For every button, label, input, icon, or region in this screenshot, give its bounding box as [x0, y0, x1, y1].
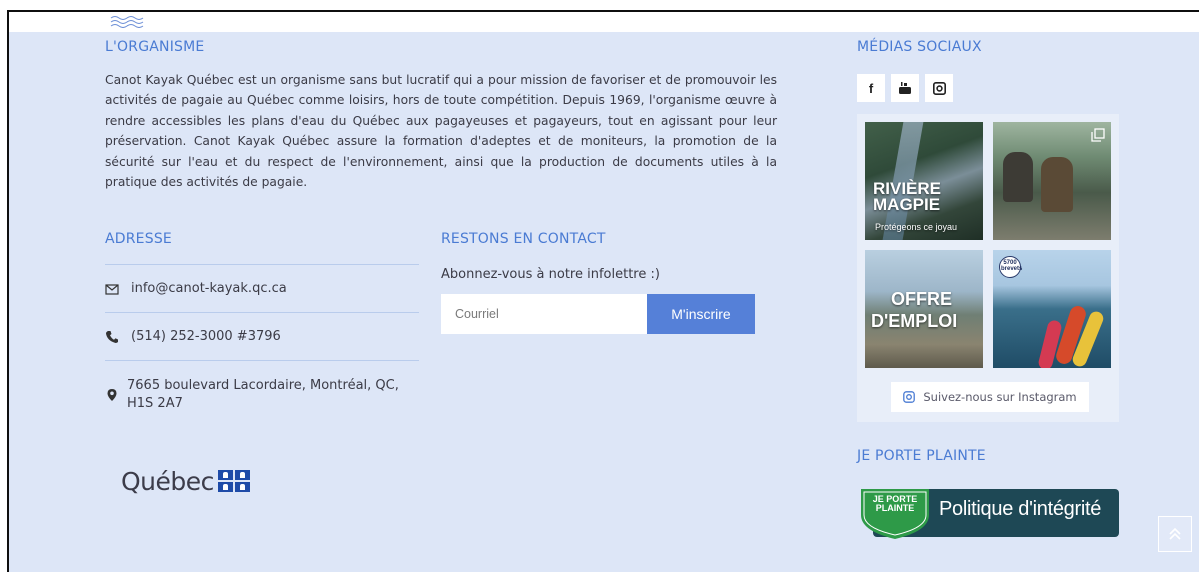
social-heading: MÉDIAS SOCIAUX: [857, 39, 982, 55]
organisme-heading: L'ORGANISME: [105, 39, 205, 55]
map-pin-icon: [107, 389, 117, 401]
post-title-line1: OFFRE: [891, 289, 952, 309]
scroll-to-top-button[interactable]: [1158, 516, 1192, 552]
wave-icon: [110, 16, 144, 28]
post-title-line2: D'EMPLOI: [871, 311, 958, 331]
badge-line2: PLAINTE: [875, 503, 915, 513]
organisme-paragraph: Canot Kayak Québec est un organisme sans…: [105, 73, 777, 190]
newsletter-email-input[interactable]: [441, 294, 647, 334]
fleurdelise-icon: [217, 470, 250, 492]
youtube-icon[interactable]: [891, 74, 919, 102]
newsletter-text: Abonnez-vous à notre infolettre :): [441, 267, 660, 282]
quebec-wordmark: Québec: [121, 466, 214, 496]
footer-section: L'ORGANISME Canot Kayak Québec est un or…: [7, 10, 1199, 572]
instagram-post[interactable]: RIVIÈRE MAGPIE Protégeons ce joyau: [865, 122, 983, 240]
follow-label: Suivez-nous sur Instagram: [923, 390, 1077, 404]
address-line1: 7665 boulevard Lacordaire, Montréal, QC,: [127, 378, 399, 393]
divider: [105, 360, 419, 361]
post-subtitle: Protégeons ce joyau: [875, 222, 958, 232]
instagram-feed: RIVIÈRE MAGPIE Protégeons ce joyau OFFRE…: [857, 114, 1119, 422]
badge-word: brevets: [1001, 266, 1023, 272]
badge-text: JE PORTE PLAINTE: [869, 495, 921, 513]
instagram-post[interactable]: [993, 122, 1111, 240]
post-title-line2: MAGPIE: [873, 195, 941, 214]
quebec-logo[interactable]: Québec: [121, 461, 250, 501]
top-strip: [9, 12, 1199, 32]
contact-heading: RESTONS EN CONTACT: [441, 231, 606, 247]
person-shape: [1041, 157, 1073, 212]
address-text: 7665 boulevard Lacordaire, Montréal, QC,…: [127, 377, 399, 413]
plainte-heading: JE PORTE PLAINTE: [857, 448, 986, 464]
phone-icon: [106, 331, 118, 343]
gallery-icon: [1091, 128, 1105, 142]
phone-link[interactable]: (514) 252-3000 #3796: [131, 329, 281, 344]
double-chevron-up-icon: [1169, 527, 1181, 540]
social-icons: f: [857, 74, 953, 102]
policy-title: Politique d'intégrité: [939, 498, 1102, 520]
envelope-icon: [105, 284, 119, 295]
facebook-icon[interactable]: f: [857, 74, 885, 102]
address-line2: H1S 2A7: [127, 396, 183, 411]
subscribe-button[interactable]: M'inscrire: [647, 294, 755, 334]
instagram-follow-button[interactable]: Suivez-nous sur Instagram: [891, 382, 1089, 412]
instagram-icon: [903, 391, 916, 403]
integrity-policy-banner[interactable]: JE PORTE PLAINTE Politique d'intégrité: [859, 487, 1119, 539]
divider: [105, 312, 419, 313]
email-link[interactable]: info@canot-kayak.qc.ca: [131, 281, 287, 296]
instagram-icon[interactable]: [925, 74, 953, 102]
divider: [105, 264, 419, 265]
adresse-heading: ADRESSE: [105, 231, 172, 247]
badge-text: 5700 brevets: [1001, 260, 1023, 272]
instagram-post[interactable]: OFFRE D'EMPLOI: [865, 250, 983, 368]
instagram-post[interactable]: 5700 brevets: [993, 250, 1111, 368]
person-shape: [1003, 152, 1033, 202]
